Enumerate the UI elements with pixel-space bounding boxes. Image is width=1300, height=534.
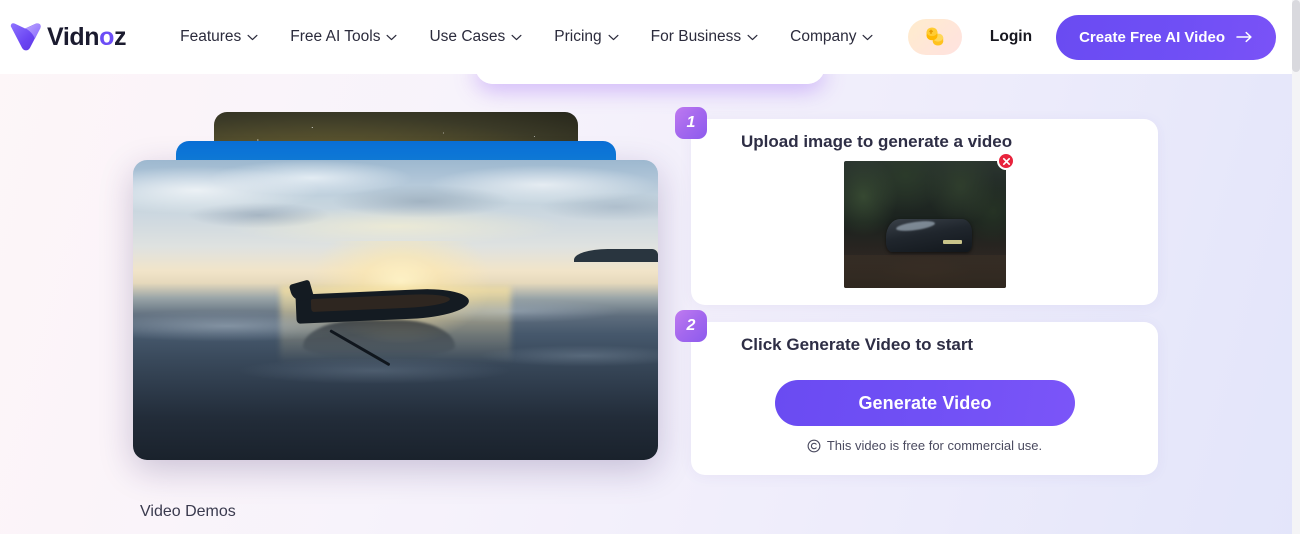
page-scrollbar-track[interactable] <box>1292 0 1300 534</box>
create-free-ai-video-button[interactable]: Create Free AI Video <box>1056 14 1276 60</box>
main-nav: Features Free AI Tools Use Cases Pricing… <box>164 22 889 52</box>
header-bottom-tab <box>475 62 825 84</box>
copyright-icon <box>807 439 821 452</box>
uploaded-image-wrapper <box>844 152 1015 288</box>
nav-item-free-ai-tools[interactable]: Free AI Tools <box>274 22 413 52</box>
login-link[interactable]: Login <box>990 28 1032 46</box>
nav-label: Free AI Tools <box>290 28 381 45</box>
nav-label: Pricing <box>554 28 602 45</box>
step-title-1: Upload image to generate a video <box>741 132 1013 151</box>
chevron-down-icon <box>862 34 873 40</box>
step-title-2: Click Generate Video to start <box>741 335 974 354</box>
nav-label: Features <box>180 28 242 45</box>
video-preview-stack <box>133 112 658 460</box>
credits-button[interactable] <box>907 19 962 55</box>
remove-image-button[interactable] <box>997 152 1015 170</box>
chevron-down-icon <box>386 34 397 40</box>
page-root: Vidnoz Features Free AI Tools Use Cases … <box>0 0 1300 534</box>
preview-card-front[interactable] <box>133 160 658 460</box>
logo-text: Vidnoz <box>47 22 127 51</box>
nav-label: For Business <box>650 28 742 45</box>
uploaded-image-thumbnail[interactable] <box>844 161 1006 288</box>
close-x-icon <box>1002 157 1010 165</box>
vidnoz-v-swoosh-icon <box>10 23 41 51</box>
nav-label: Company <box>790 28 857 45</box>
nav-item-pricing[interactable]: Pricing <box>538 22 634 52</box>
step-card-generate: 2 Click Generate Video to start Generate… <box>675 310 1158 475</box>
logo[interactable]: Vidnoz <box>8 20 127 54</box>
coins-icon <box>926 27 944 46</box>
chevron-down-icon <box>747 34 758 40</box>
chevron-down-icon <box>511 34 522 40</box>
step-number-badge-1: 1 <box>675 107 707 139</box>
nav-item-features[interactable]: Features <box>164 22 274 52</box>
header-actions: Login Create Free AI Video <box>907 0 1276 74</box>
video-demos-heading: Video Demos <box>140 503 236 520</box>
chevron-down-icon <box>608 34 619 40</box>
nav-label: Use Cases <box>429 28 506 45</box>
arrow-right-icon <box>1236 31 1252 43</box>
commercial-use-text: This video is free for commercial use. <box>826 438 1043 453</box>
shoreline <box>574 248 658 262</box>
step-card-upload: 1 Upload image to generate a video <box>675 107 1158 305</box>
boat-reflection <box>302 319 456 358</box>
chevron-down-icon <box>247 34 258 40</box>
commercial-use-note: This video is free for commercial use. <box>691 438 1158 453</box>
nav-item-company[interactable]: Company <box>774 22 889 52</box>
cta-label: Create Free AI Video <box>1079 28 1225 46</box>
nav-item-for-business[interactable]: For Business <box>635 22 774 52</box>
generate-video-button[interactable]: Generate Video <box>775 380 1075 426</box>
thumbnail-ground <box>844 254 1006 288</box>
page-scrollbar-thumb[interactable] <box>1292 0 1300 72</box>
boat-silhouette <box>288 277 470 367</box>
nav-item-use-cases[interactable]: Use Cases <box>413 22 538 52</box>
step-number-badge-2: 2 <box>675 310 707 342</box>
